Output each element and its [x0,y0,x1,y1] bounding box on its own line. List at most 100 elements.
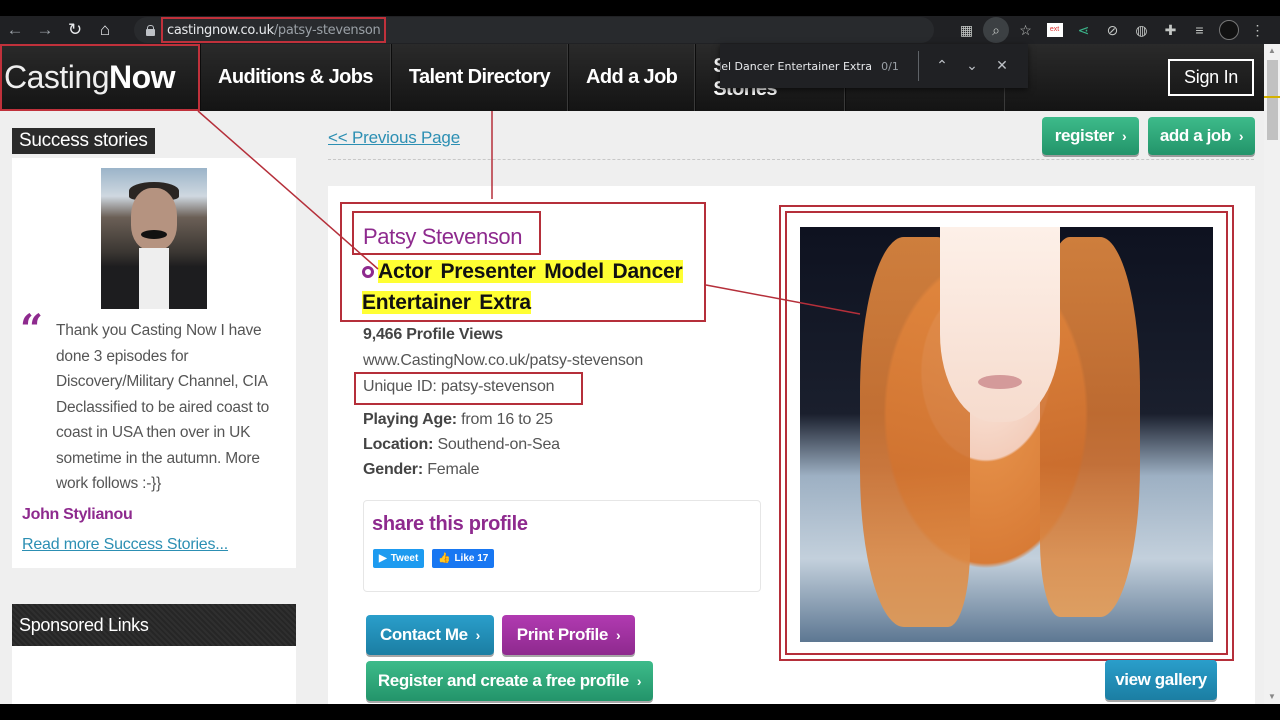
success-story-card: “ Thank you Casting Now I have done 3 ep… [12,158,296,568]
read-more-success-stories-link[interactable]: Read more Success Stories... [22,536,228,554]
find-match-marker [1264,96,1280,98]
playing-age: Playing Age: from 16 to 25 [363,411,553,429]
view-gallery-label: view gallery [1115,670,1207,689]
chevron-right-icon: › [1121,128,1127,144]
facebook-like-button[interactable]: 👍 Like 17 [432,549,495,568]
profile-url: www.CastingNow.co.uk/patsy-stevenson [363,352,644,369]
chevron-right-icon: › [615,627,621,643]
url-annotation-box: castingnow.co.uk/patsy-stevenson [161,17,387,43]
find-previous-button[interactable]: ⌃ [927,51,957,81]
talents-line-2: Entertainer Extra [362,291,531,314]
web-page: Casting Now Auditions & Jobs Talent Direc… [0,44,1264,704]
browser-toolbar: ← → ↻ ⌂ castingnow.co.uk/patsy-stevenson… [0,16,1280,44]
search-page-icon[interactable]: ⌕ [983,17,1009,43]
location-value: Southend-on-Sea [437,436,560,453]
url-path: /patsy-stevenson [273,22,381,38]
tweet-label: Tweet [390,553,419,564]
playing-age-label: Playing Age: [363,411,457,428]
gender-label: Gender: [363,461,423,478]
red-thumbnail-extension-icon[interactable]: ext [1040,16,1069,44]
sponsored-links-heading: Sponsored Links [12,604,296,646]
nav-talent-directory[interactable]: Talent Directory [390,44,569,111]
address-bar[interactable]: castingnow.co.uk/patsy-stevenson [134,17,934,43]
share-profile-heading: share this profile [372,513,528,535]
find-separator [918,51,919,81]
find-input[interactable]: Actor Presenter Model Dancer Entertainer… [720,60,872,73]
gender-value: Female [427,461,480,478]
print-profile-label: Print Profile [516,625,609,644]
thumbs-up-icon: 👍 [438,553,451,564]
find-in-page-bar: Actor Presenter Model Dancer Entertainer… [720,44,1028,88]
forward-button[interactable]: → [30,16,60,44]
profile-avatar-icon[interactable] [1214,16,1243,44]
profile-views: 9,466 Profile Views [363,326,503,343]
location: Location: Southend-on-Sea [363,436,560,454]
tweet-button[interactable]: ▶ Tweet [373,549,425,568]
bookmark-star-icon[interactable]: ☆ [1011,16,1040,44]
profile-photo[interactable] [800,227,1213,642]
back-button[interactable]: ← [0,16,30,44]
scroll-up-arrow-icon[interactable]: ▲ [1264,44,1280,58]
home-button[interactable]: ⌂ [90,16,120,44]
register-label: register [1054,126,1115,145]
back-arrow-icon: ← [6,20,24,39]
puzzle-extensions-icon[interactable]: ✚ [1156,16,1185,44]
share-extension-icon[interactable]: ⋖ [1069,16,1098,44]
divider [328,159,1254,160]
twitter-bird-icon: ▶ [379,553,387,564]
site-navbar: Casting Now Auditions & Jobs Talent Direc… [0,44,1264,111]
reload-icon: ↻ [67,20,83,39]
screen: ← → ↻ ⌂ castingnow.co.uk/patsy-stevenson… [0,0,1280,720]
contact-me-label: Contact Me [380,625,468,644]
sign-in-button[interactable]: Sign In [1168,59,1254,96]
home-icon: ⌂ [99,20,111,39]
chevron-right-icon: › [475,627,481,643]
page-scrollbar[interactable]: ▲ ▼ [1264,44,1280,704]
playing-age-value: from 16 to 25 [461,411,553,428]
chevron-down-icon: ⌄ [966,58,978,74]
nav-auditions-jobs[interactable]: Auditions & Jobs [200,44,391,111]
logo-text-bold: Now [109,59,176,95]
lock-icon [146,24,155,36]
add-a-job-button[interactable]: add a job › [1148,117,1255,155]
media-queue-icon[interactable]: ≡ [1185,16,1214,44]
register-button[interactable]: register › [1042,117,1139,155]
find-match-count: 0/1 [881,59,899,73]
share-profile-box: share this profile ▶ Tweet 👍 Like 17 [363,500,761,592]
testimonial-text: Thank you Casting Now I have done 3 epis… [56,322,270,492]
nav-add-a-job[interactable]: Add a Job [568,44,696,111]
apps-grid-icon[interactable]: ▦ [952,16,981,44]
quote-icon: “ [20,306,44,353]
chevron-right-icon: › [636,673,642,689]
success-story-photo [101,168,207,309]
chevron-up-icon: ⌃ [936,58,948,74]
url-host: castingnow.co.uk [167,22,274,38]
scroll-down-arrow-icon[interactable]: ▼ [1264,690,1280,704]
forward-arrow-icon: → [36,20,54,39]
blocked-extension-icon[interactable]: ⊘ [1098,16,1127,44]
like-label: Like 17 [454,553,489,564]
chevron-right-icon: › [1238,128,1244,144]
sponsored-links-body [12,646,296,704]
profile-talents: Actor Presenter Model Dancer Entertainer… [362,256,692,318]
previous-page-link[interactable]: << Previous Page [328,128,460,148]
menu-kebab-icon[interactable]: ⋮ [1243,16,1272,44]
reload-button[interactable]: ↻ [60,16,90,44]
star-badge-icon [362,266,374,279]
extension-icons: ▦ ⌕ ☆ ext ⋖ ⊘ ◍ ✚ ≡ ⋮ [952,16,1272,44]
scroll-thumb[interactable] [1267,60,1278,140]
success-stories-heading: Success stories [12,128,155,154]
globe-extension-icon[interactable]: ◍ [1127,16,1156,44]
register-free-profile-button[interactable]: Register and create a free profile › [366,661,653,701]
talents-line-1: Actor Presenter Model Dancer [378,260,683,283]
castingnow-logo[interactable]: Casting Now [0,44,200,111]
unique-id: Unique ID: patsy-stevenson [363,378,555,395]
register-free-profile-label: Register and create a free profile [377,671,629,690]
print-profile-button[interactable]: Print Profile › [502,615,635,655]
testimonial-author: John Stylianou [22,506,133,523]
gender: Gender: Female [363,461,480,479]
find-close-button[interactable]: ✕ [987,51,1017,81]
contact-me-button[interactable]: Contact Me › [366,615,494,655]
find-next-button[interactable]: ⌄ [957,51,987,81]
view-gallery-button[interactable]: view gallery [1105,660,1217,700]
